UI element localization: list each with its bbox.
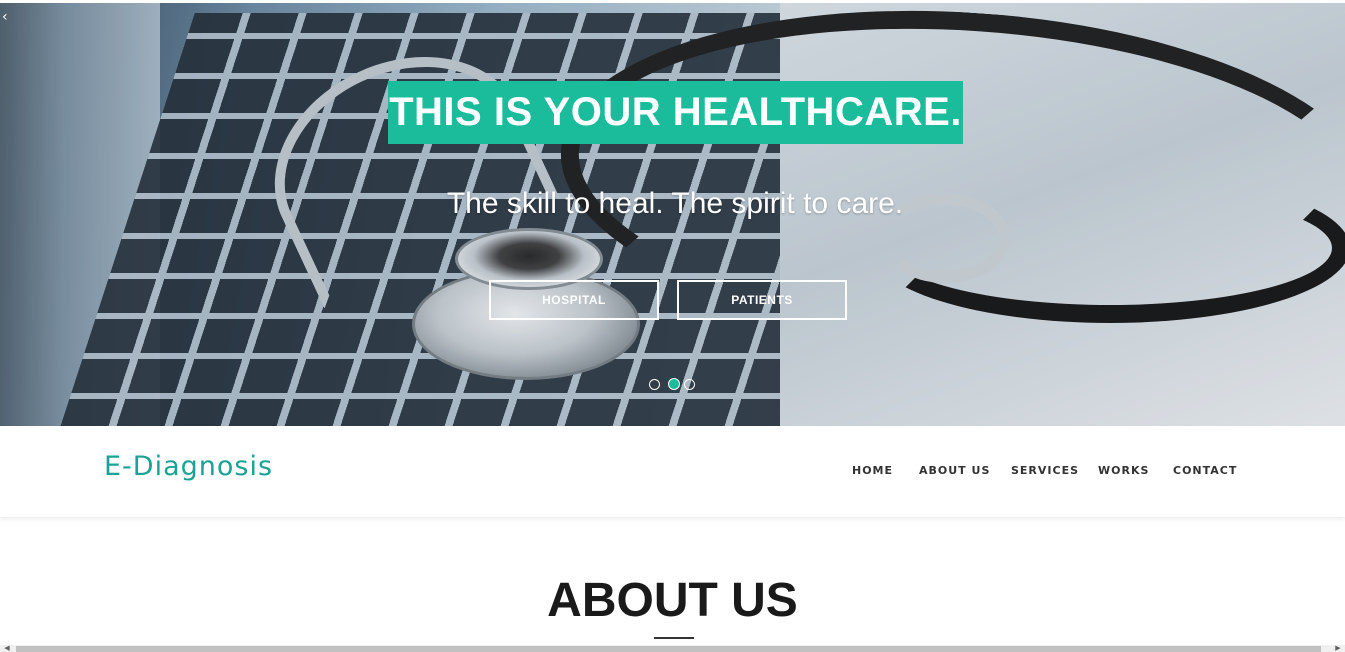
nav-works[interactable]: WORKS [1098,464,1149,477]
hero-slider: ‹ THIS IS YOUR HEALTHCARE. The skill to … [0,3,1345,426]
main-navbar: E-Diagnosis HOME ABOUT US SERVICES WORKS… [0,426,1345,517]
nav-links: HOME ABOUT US SERVICES WORKS CONTACT [0,464,1345,480]
nav-contact[interactable]: CONTACT [1173,464,1237,477]
nav-services[interactable]: SERVICES [1011,464,1079,477]
slider-dot-3[interactable] [684,379,695,390]
slider-dot-1[interactable] [649,379,660,390]
slider-dot-2-active[interactable] [668,378,680,390]
hero-title: THIS IS YOUR HEALTHCARE. [388,81,963,144]
hospital-button[interactable]: HOSPITAL [489,280,659,320]
horizontal-scrollbar[interactable]: ◀ ▶ [0,645,1345,652]
arrow-right-icon[interactable]: ▶ [1333,645,1343,652]
chevron-left-icon[interactable]: ‹ [2,9,8,25]
nav-home[interactable]: HOME [852,464,893,477]
hero-subtitle: The skill to heal. The spirit to care. [446,187,904,220]
page-top-border [0,0,1345,3]
about-heading: ABOUT US [547,574,798,627]
about-heading-divider [654,637,694,639]
scrollbar-thumb[interactable] [16,646,1321,652]
arrow-left-icon[interactable]: ◀ [2,645,12,652]
patients-button[interactable]: PATIENTS [677,280,847,320]
nav-about-us[interactable]: ABOUT US [919,464,990,477]
